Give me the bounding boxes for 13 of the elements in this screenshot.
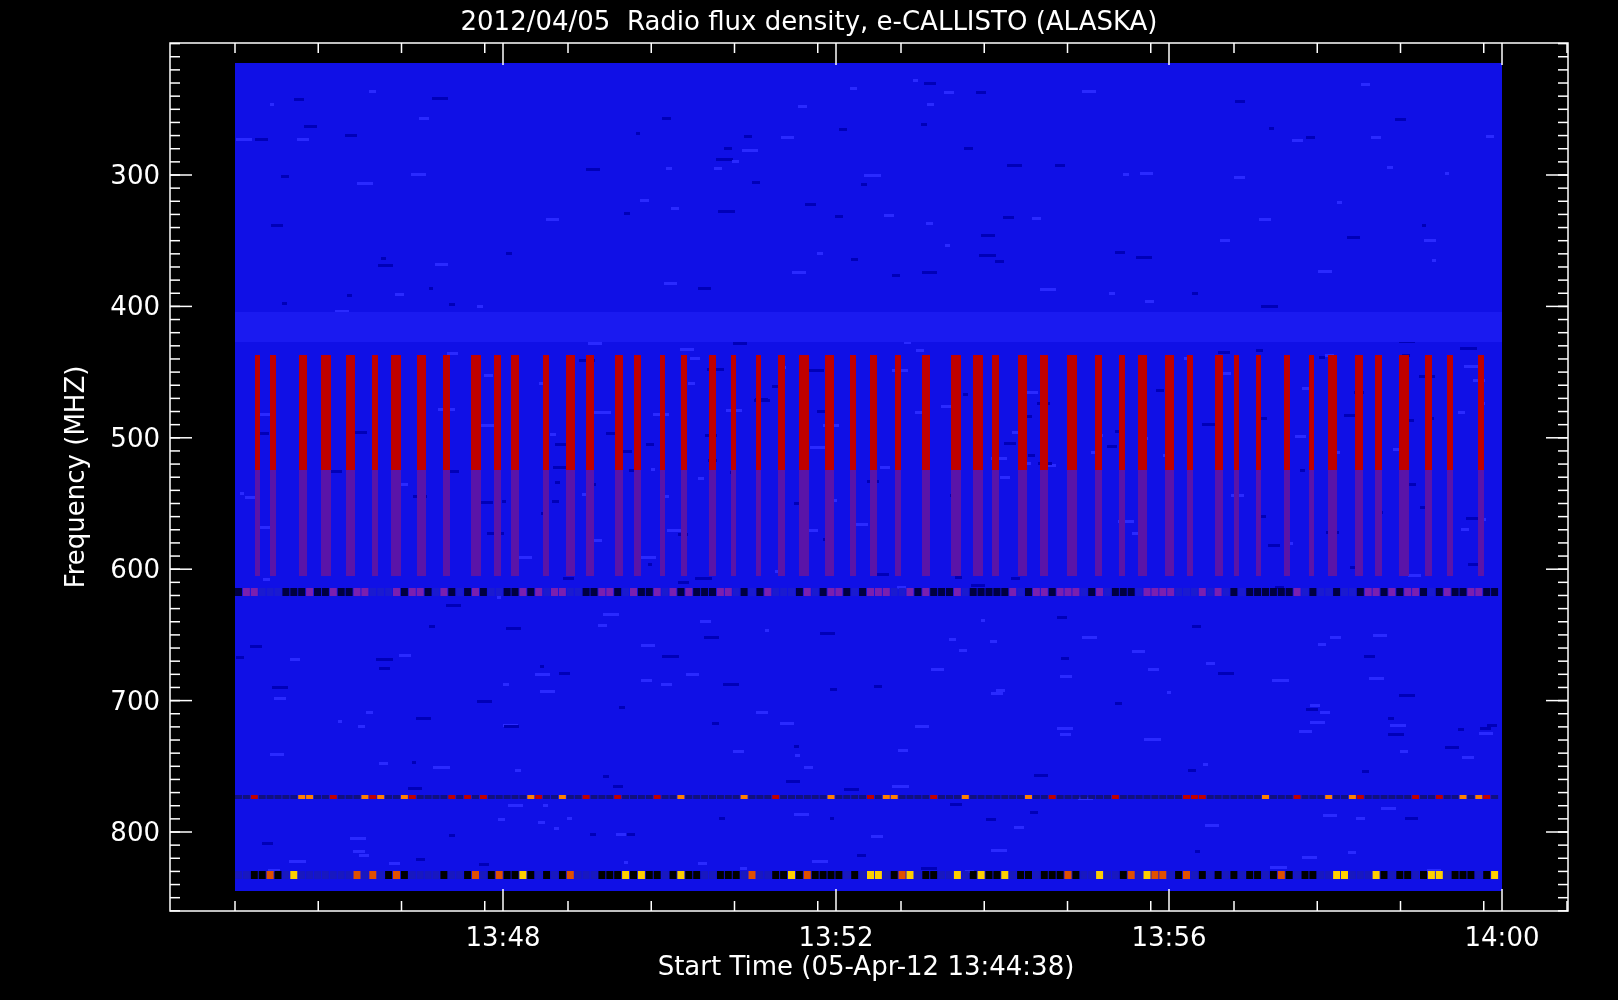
tick-label: 13:52 [798, 922, 874, 952]
tick-label: 300 [110, 160, 160, 190]
tick-label: 800 [110, 817, 160, 847]
tick-label: 400 [110, 291, 160, 322]
tick-label: 13:56 [1131, 922, 1207, 952]
tick-label: 600 [110, 554, 160, 585]
axis-label: Start Time (05-Apr-12 13:44:38) [657, 951, 1075, 981]
tick-label: 700 [110, 685, 160, 716]
axis-label: Frequency (MHZ) [60, 365, 90, 589]
tick-label: 14:00 [1464, 922, 1540, 952]
tick-label: 500 [110, 422, 160, 453]
chart-title: 2012/04/05 Radio flux density, e-CALLISTO (ALASKA) [460, 6, 1158, 36]
tick-label: 13:48 [465, 922, 541, 952]
